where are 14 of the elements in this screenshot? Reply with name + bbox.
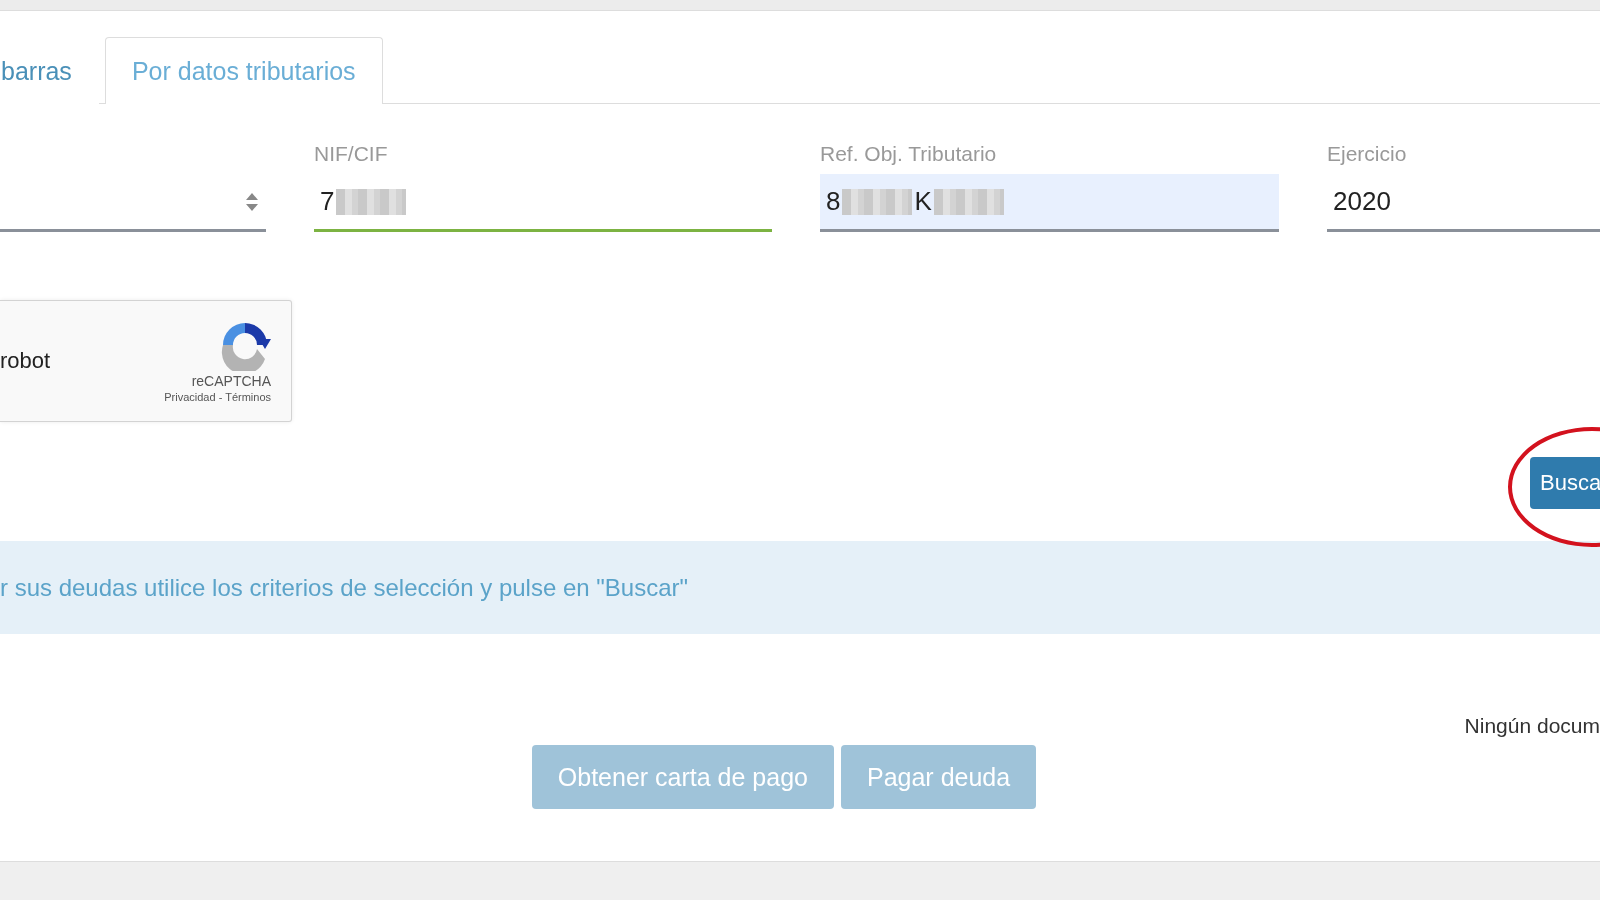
info-text: r sus deudas utilice los criterios de selección y pulse en "Buscar" [0, 573, 689, 602]
captcha-brand: reCAPTCHA [191, 373, 271, 389]
field-label: Ref. Obj. Tributario [820, 142, 998, 167]
captcha-links[interactable]: Privacidad - Términos [164, 391, 271, 403]
input-field[interactable]: 8 K [820, 174, 1279, 232]
field-label: NIF/CIF [314, 142, 389, 167]
sort-arrows-icon [246, 192, 258, 211]
result-note: Ningún docum [1464, 714, 1600, 738]
captcha-box[interactable]: robot reCAPTCHA Privacidad - Términos [0, 300, 292, 422]
captcha-label: robot [0, 348, 51, 374]
blurred-text [933, 188, 1004, 215]
blurred-text [336, 188, 407, 215]
field-label: Ejercicio [1327, 142, 1408, 167]
blurred-text [842, 188, 913, 215]
